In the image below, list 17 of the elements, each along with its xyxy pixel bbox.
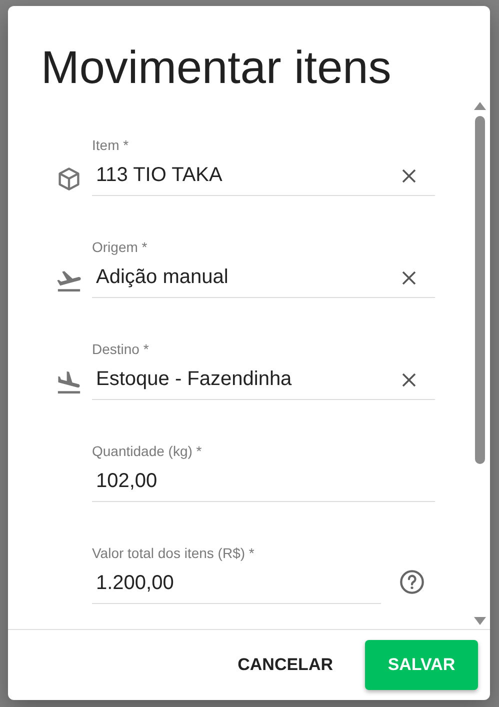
cancel-button[interactable]: CANCELAR [236,645,335,685]
field-label: Origem * [92,238,148,257]
help-icon[interactable] [399,569,425,595]
field-label: Valor total dos itens (R$) * [92,544,256,563]
field-label: Destino * [92,340,150,359]
field-label: Quantidade (kg) * [92,442,203,461]
scroll-up-icon[interactable] [474,102,486,110]
input-field[interactable]: 113 TIO TAKA [92,156,435,196]
input-field[interactable]: Adição manual [92,258,435,298]
input-field[interactable]: 102,00 [92,462,435,502]
input-field[interactable]: Estoque - Fazendinha [92,360,435,400]
input-field[interactable]: 1.200,00 [92,564,381,604]
dialog-title: Movimentar itens [40,40,392,95]
cube-icon [56,166,82,192]
scroll-down-icon[interactable] [474,617,486,625]
scrollbar-thumb[interactable] [475,116,485,464]
field-label: Item * [92,136,130,155]
